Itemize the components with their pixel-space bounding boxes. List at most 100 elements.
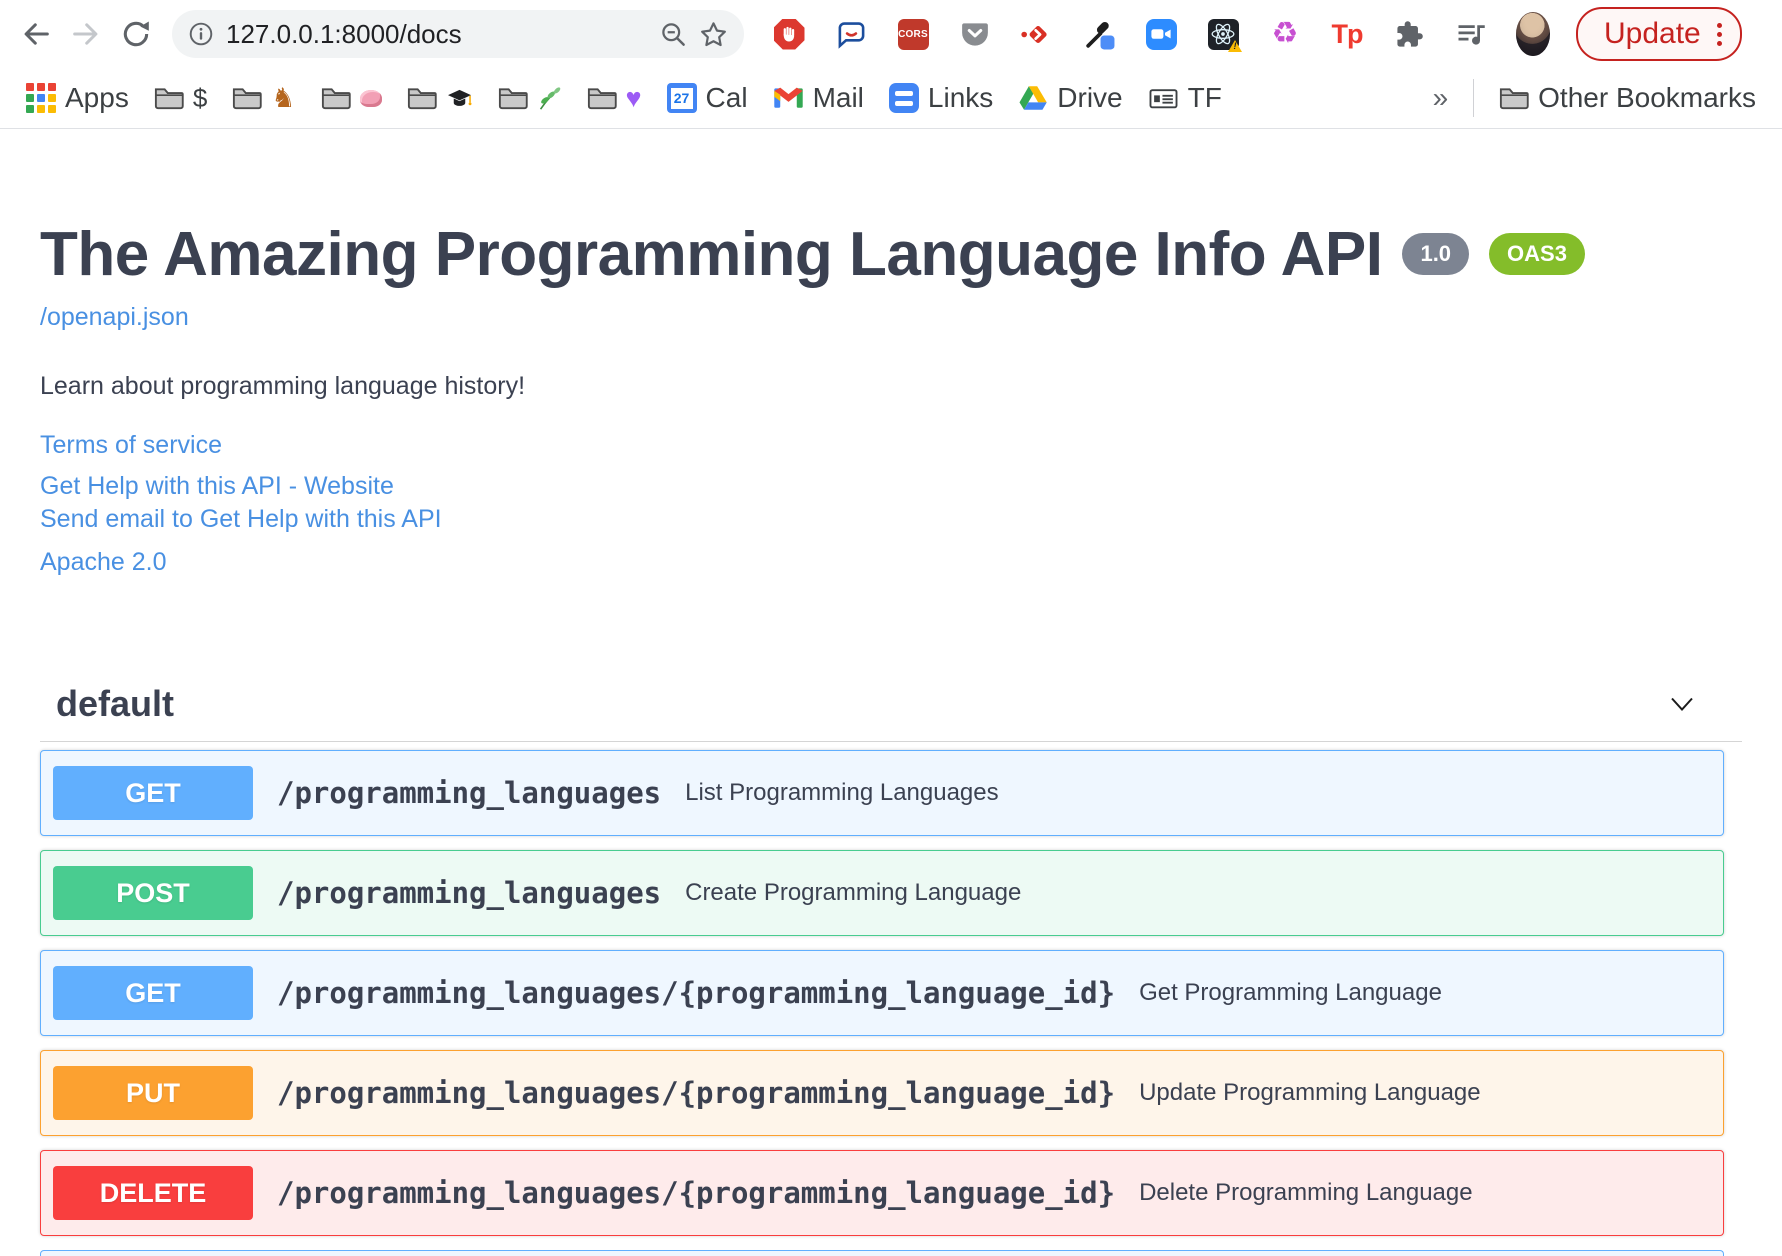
links-icon [888, 83, 919, 113]
forward-arrow-icon [73, 23, 98, 45]
tp-extension-icon[interactable]: Tp [1330, 17, 1364, 51]
partial-next-row [40, 1250, 1724, 1256]
method-badge: GET [53, 766, 253, 820]
openapi-json-link[interactable]: /openapi.json [40, 303, 189, 332]
bookmark-folder-carousel[interactable]: ♞ [232, 82, 296, 113]
other-bookmarks[interactable]: Other Bookmarks [1499, 82, 1756, 114]
endpoint-row-get-2[interactable]: GET /programming_languages/{programming_… [40, 950, 1724, 1036]
method-badge: PUT [53, 1066, 253, 1120]
bookmark-links[interactable]: Links [888, 82, 993, 114]
section-title: default [56, 683, 175, 724]
bookmarks-overflow-chevron[interactable]: » [1433, 82, 1449, 114]
section-divider [40, 741, 1742, 742]
extensions-puzzle-icon[interactable] [1392, 17, 1426, 51]
bookmark-drive[interactable]: Drive [1018, 82, 1123, 114]
bookmark-folder-dollar[interactable]: $ [154, 85, 207, 111]
get-help-website-link[interactable]: Get Help with this API - Website [40, 472, 1742, 501]
bookmark-folder-herb[interactable] [498, 86, 562, 111]
herb-icon [539, 86, 560, 110]
endpoint-summary: Create Programming Language [685, 879, 1022, 906]
apps-shortcut[interactable]: Apps [26, 82, 129, 114]
adblock-icon[interactable] [772, 17, 806, 51]
terms-of-service-link[interactable]: Terms of service [40, 431, 1742, 460]
apps-grid-icon [26, 83, 56, 113]
carousel-horse-icon: ♞ [271, 82, 296, 113]
bookmarks-bar: Apps $ ♞ ♥ 27 Cal Mail Links Drive TF » … [0, 68, 1782, 129]
folder-icon [1500, 88, 1529, 110]
endpoint-row-put-3[interactable]: PUT /programming_languages/{programming_… [40, 1050, 1724, 1136]
bookmark-folder-heart[interactable]: ♥ [587, 82, 642, 113]
method-badge: DELETE [53, 1166, 253, 1220]
api-description: Learn about programming language history… [40, 372, 526, 400]
endpoint-row-get-0[interactable]: GET /programming_languages List Programm… [40, 750, 1724, 836]
swagger-page: The Amazing Programming Language Info AP… [0, 129, 1782, 1256]
endpoint-summary: Update Programming Language [1139, 1079, 1481, 1106]
recycle-extension-icon[interactable]: ♻ [1268, 17, 1302, 51]
extensions-row: CORS ! ♻ Tp [772, 12, 1550, 56]
send-email-link[interactable]: Send email to Get Help with this API [40, 505, 1742, 534]
endpoint-summary: Delete Programming Language [1139, 1179, 1473, 1206]
endpoint-path: /programming_languages [277, 776, 662, 810]
url-text[interactable]: 127.0.0.1:8000/docs [226, 19, 648, 50]
forward-button[interactable] [64, 12, 108, 56]
zoom-extension-icon[interactable] [1144, 17, 1178, 51]
react-devtools-extension-icon[interactable]: ! [1206, 17, 1242, 52]
brain-icon [359, 89, 382, 107]
default-section-header[interactable]: default [40, 683, 1742, 725]
chrome-update-button[interactable]: Update [1576, 7, 1742, 61]
bookmark-folder-graduation[interactable] [407, 86, 473, 110]
graduation-cap-icon [447, 89, 471, 106]
bookmark-gmail[interactable]: Mail [773, 82, 864, 114]
endpoint-summary: List Programming Languages [685, 779, 999, 806]
back-button[interactable] [14, 12, 58, 56]
browser-toolbar: 127.0.0.1:8000/docs CORS ! ♻ Tp Update [0, 0, 1782, 68]
folder-icon [321, 88, 351, 110]
chat-bubble-extension-icon[interactable] [834, 17, 868, 51]
endpoint-path: /programming_languages [277, 876, 662, 910]
reload-icon [123, 21, 149, 47]
folder-icon [587, 88, 617, 110]
endpoint-summary: Get Programming Language [1139, 979, 1442, 1006]
calendar-icon: 27 [666, 83, 697, 113]
page-title: The Amazing Programming Language Info AP… [40, 220, 1383, 289]
endpoint-row-post-1[interactable]: POST /programming_languages Create Progr… [40, 850, 1724, 936]
version-badge: 1.0 [1402, 233, 1470, 275]
video-camera-glyph [1151, 29, 1171, 39]
cors-extension-icon[interactable]: CORS [896, 17, 930, 51]
page-info-icon[interactable] [188, 21, 214, 47]
hand-glyph [783, 26, 795, 42]
profile-avatar[interactable] [1516, 12, 1550, 56]
endpoint-path: /programming_languages/{programming_lang… [277, 976, 1116, 1010]
method-badge: POST [53, 866, 253, 920]
media-queue-icon[interactable] [1454, 17, 1488, 51]
card-icon [1149, 88, 1178, 108]
bookmark-tf[interactable]: TF [1148, 82, 1222, 114]
oas3-badge: OAS3 [1489, 233, 1585, 275]
google-drive-icon [1019, 85, 1048, 110]
bookmark-folder-brain[interactable] [321, 86, 382, 110]
bookmark-calendar[interactable]: 27 Cal [666, 82, 748, 114]
folder-icon [498, 88, 528, 110]
zoom-out-icon[interactable] [660, 21, 687, 48]
eyedropper-extension-icon[interactable] [1082, 17, 1116, 51]
bookmark-star-icon[interactable] [699, 20, 728, 49]
folder-icon [407, 88, 437, 110]
endpoint-row-delete-4[interactable]: DELETE /programming_languages/{programmi… [40, 1150, 1724, 1236]
endpoint-path: /programming_languages/{programming_lang… [277, 1076, 1116, 1110]
endpoint-path: /programming_languages/{programming_lang… [277, 1176, 1116, 1210]
folder-icon [154, 88, 184, 110]
chevron-down-icon[interactable] [1670, 697, 1694, 711]
bookmarks-separator [1473, 79, 1475, 117]
dollar-glyph: $ [192, 83, 208, 113]
reload-button[interactable] [114, 12, 158, 56]
chrome-menu-icon[interactable] [1716, 22, 1722, 46]
gmail-icon [773, 87, 803, 108]
endpoint-list: GET /programming_languages List Programm… [40, 750, 1742, 1236]
method-badge: GET [53, 966, 253, 1020]
pocket-extension-icon[interactable] [958, 17, 992, 51]
url-bar[interactable]: 127.0.0.1:8000/docs [172, 10, 744, 58]
code-diamond-extension-icon[interactable] [1020, 17, 1054, 51]
title-row: The Amazing Programming Language Info AP… [40, 219, 1742, 291]
purple-heart-icon: ♥ [625, 82, 642, 113]
license-link[interactable]: Apache 2.0 [40, 548, 1742, 577]
